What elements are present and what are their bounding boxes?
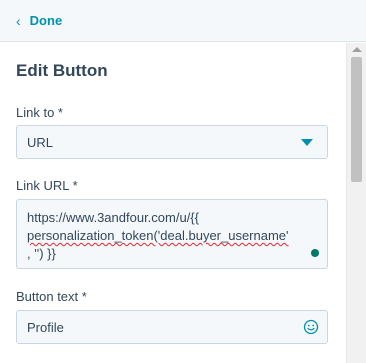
link-to-label: Link to *: [16, 105, 63, 120]
link-to-select[interactable]: URL: [16, 125, 328, 159]
scroll-up-arrow-icon[interactable]: [352, 47, 362, 52]
link-url-line-1: https://www.3andfour.com/u/{{: [27, 210, 199, 225]
link-url-line-2: personalization_token('deal.buyer_userna…: [27, 228, 289, 243]
done-button[interactable]: ‹ Done: [16, 13, 62, 28]
button-text-value: Profile: [27, 319, 64, 335]
button-text-input[interactable]: Profile: [16, 310, 328, 344]
panel-title: Edit Button: [16, 61, 108, 80]
caret-down-icon: [301, 138, 313, 146]
done-label: Done: [29, 13, 63, 28]
scrollbar-thumb[interactable]: [351, 57, 362, 182]
chevron-left-icon: ‹: [16, 12, 21, 29]
button-text-label: Button text *: [16, 289, 87, 304]
link-url-line-3: , '') }}: [27, 246, 56, 261]
vertical-scrollbar[interactable]: [346, 43, 366, 363]
grammar-check-indicator[interactable]: [311, 249, 319, 257]
link-url-label: Link URL *: [16, 178, 78, 193]
link-url-textarea[interactable]: https://www.3andfour.com/u/{{ personaliza…: [16, 199, 328, 269]
edit-button-panel: Edit Button Link to * URL Link URL * htt…: [0, 43, 346, 363]
emoji-smile-icon[interactable]: [303, 319, 319, 335]
panel-header: ‹ Done: [0, 0, 366, 42]
link-to-selected-value: URL: [27, 134, 54, 150]
